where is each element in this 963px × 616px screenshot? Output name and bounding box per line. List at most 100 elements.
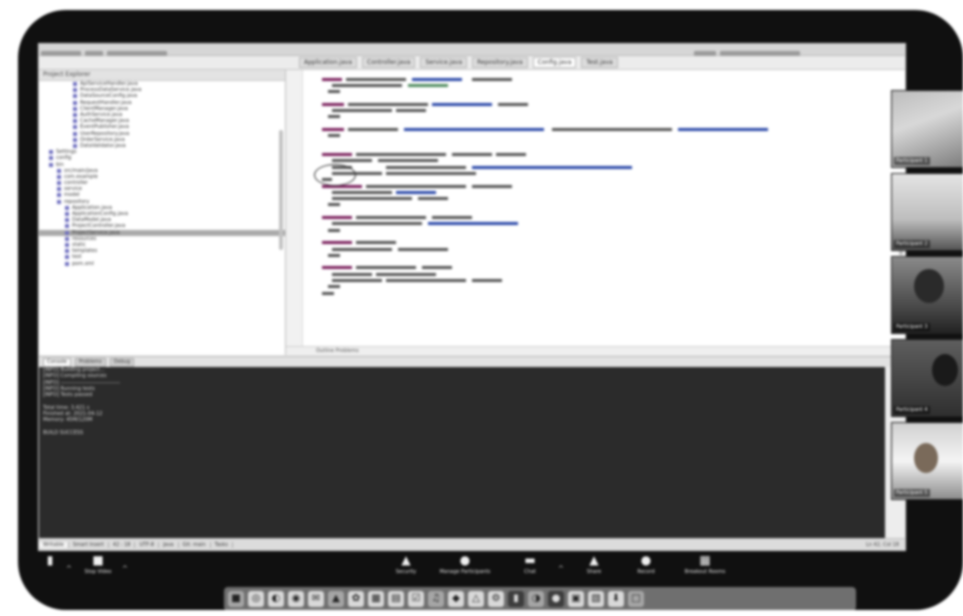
tree-item-label: src/main/java — [64, 167, 98, 174]
status-item[interactable]: Smart Insert — [69, 541, 109, 548]
mute-button[interactable]: ▮ — [38, 552, 62, 569]
tree-item-label: ProjectController.java — [72, 223, 126, 230]
maps-icon[interactable]: ▲ — [328, 591, 344, 607]
status-item[interactable]: UTF-8 — [135, 541, 160, 548]
screen-frame: Application.java Controller.java Service… — [18, 10, 963, 610]
tree-item-label: model — [64, 192, 80, 199]
downloads-icon[interactable]: ⬇ — [608, 591, 624, 607]
files-icon[interactable]: ▣ — [568, 591, 584, 607]
file-icon — [73, 94, 77, 99]
participant-video[interactable]: Participant 5 — [891, 422, 963, 500]
code-editor[interactable]: Outline Problems — [286, 70, 905, 355]
chrome-icon[interactable]: ◉ — [288, 591, 304, 607]
breakout-rooms-button[interactable]: ▦ Breakout Rooms — [670, 552, 740, 575]
participant-name: Participant 1 — [894, 157, 930, 165]
tree-item-label: ApplicationConfig.java — [72, 211, 129, 218]
tree-item-label: test — [72, 254, 82, 261]
eclipse-icon[interactable]: ◑ — [528, 591, 544, 607]
tree-item-label: ClientManager.java — [80, 105, 128, 112]
notes-icon[interactable]: ▤ — [388, 591, 404, 607]
record-button[interactable]: ● Record — [616, 552, 676, 575]
safari-icon[interactable]: ◐ — [268, 591, 284, 607]
record-icon: ● — [640, 553, 652, 567]
share-icon: ▲ — [589, 553, 599, 567]
mail-icon[interactable]: ✉ — [308, 591, 324, 607]
editor-tab[interactable]: Service.java — [420, 57, 468, 68]
chat-label: Chat — [524, 569, 536, 575]
microphone-icon: ▮ — [46, 553, 54, 567]
reminders-icon[interactable]: ☑ — [408, 591, 424, 607]
file-icon — [73, 131, 77, 136]
chat-icon: ▬ — [524, 553, 536, 567]
tree-item-label: bin — [56, 161, 64, 168]
podcasts-icon[interactable]: ◆ — [448, 591, 464, 607]
editor-tab[interactable]: Controller.java — [362, 57, 416, 68]
participant-video[interactable]: Participant 1 — [891, 90, 963, 168]
tree-item-label: ApiServiceHandler.java — [80, 81, 138, 88]
settings-icon[interactable]: ⚙ — [488, 591, 504, 607]
file-icon — [73, 125, 77, 130]
code-line — [322, 290, 882, 296]
calendar-icon[interactable]: ▦ — [368, 591, 384, 607]
file-icon — [65, 224, 69, 229]
music-icon[interactable]: ♫ — [428, 591, 444, 607]
breakout-rooms-label: Breakout Rooms — [684, 569, 726, 575]
editor-tab-active[interactable]: Config.java — [532, 57, 577, 68]
status-bar: Writable Smart Insert 42 : 18 UTF-8 Java Git:… — [39, 538, 905, 550]
file-icon — [49, 156, 53, 161]
shared-screen: Application.java Controller.java Service… — [38, 43, 906, 551]
terminal-icon[interactable]: ▮ — [508, 591, 524, 607]
console-tab-bar: Console Problems Debug — [39, 356, 905, 367]
file-icon — [73, 113, 77, 118]
participant-video[interactable]: Participant 4 — [891, 339, 963, 417]
file-icon — [73, 137, 77, 142]
status-item[interactable]: Java — [159, 541, 179, 548]
security-button[interactable]: ▲ Security — [376, 552, 436, 575]
file-icon — [57, 199, 61, 204]
status-item[interactable]: 42 : 18 — [109, 541, 136, 548]
finder-icon[interactable]: ■ — [228, 591, 244, 607]
chevron-up-icon[interactable]: ^ — [66, 565, 72, 573]
tab-debug[interactable]: Debug — [109, 357, 135, 367]
tree-item-label: UserRepository.java — [80, 130, 130, 137]
file-icon — [57, 193, 61, 198]
chevron-up-icon[interactable]: ^ — [122, 565, 128, 573]
participants-icon: ● — [459, 553, 471, 567]
participant-video[interactable]: Participant 2 — [891, 173, 963, 251]
trash-icon[interactable]: □ — [628, 591, 644, 607]
launchpad-icon[interactable]: ◎ — [248, 591, 264, 607]
annotation-circle — [314, 164, 356, 186]
preview-icon[interactable]: ▧ — [588, 591, 604, 607]
tree-item-label: resources — [72, 235, 97, 242]
editor-tab[interactable]: Application.java — [299, 57, 358, 68]
window-titlebar — [39, 44, 905, 57]
code-lines — [322, 76, 882, 296]
file-icon — [49, 150, 53, 155]
photos-icon[interactable]: ✿ — [348, 591, 364, 607]
stop-video-button[interactable]: ■ Stop Video — [78, 552, 118, 575]
console-output[interactable]: [INFO] Building project... [INFO] Compili… — [39, 367, 885, 538]
participant-name: Participant 2 — [894, 240, 930, 248]
tree-item-label: com.example — [64, 173, 98, 180]
tree-item-label: repository — [64, 198, 90, 205]
status-item[interactable]: Writable — [39, 541, 69, 548]
editor-tab[interactable]: Repository.java — [472, 57, 528, 68]
tab-console[interactable]: Console — [43, 357, 71, 367]
status-item[interactable]: Tasks — [211, 541, 234, 548]
file-icon — [65, 242, 69, 247]
tree-item[interactable]: pom.xml — [39, 260, 285, 267]
manage-participants-button[interactable]: ● Manage Participants — [430, 552, 500, 575]
chat-button[interactable]: ▬ Chat — [500, 552, 560, 575]
status-item[interactable]: Git: main — [179, 541, 211, 548]
tree-item-label: AuthService.java — [80, 112, 123, 119]
chevron-up-icon[interactable]: ^ — [558, 565, 564, 573]
explorer-scrollbar[interactable] — [279, 130, 283, 250]
tab-problems[interactable]: Problems — [74, 357, 106, 367]
editor-tab[interactable]: Test.java — [581, 57, 618, 68]
zoom-icon[interactable]: ● — [548, 591, 564, 607]
participant-name: Participant 5 — [894, 489, 930, 497]
appstore-icon[interactable]: △ — [468, 591, 484, 607]
file-icon — [57, 181, 61, 186]
participant-video[interactable]: Participant 3 — [891, 256, 963, 334]
share-screen-button[interactable]: ▲ Share — [564, 552, 624, 575]
